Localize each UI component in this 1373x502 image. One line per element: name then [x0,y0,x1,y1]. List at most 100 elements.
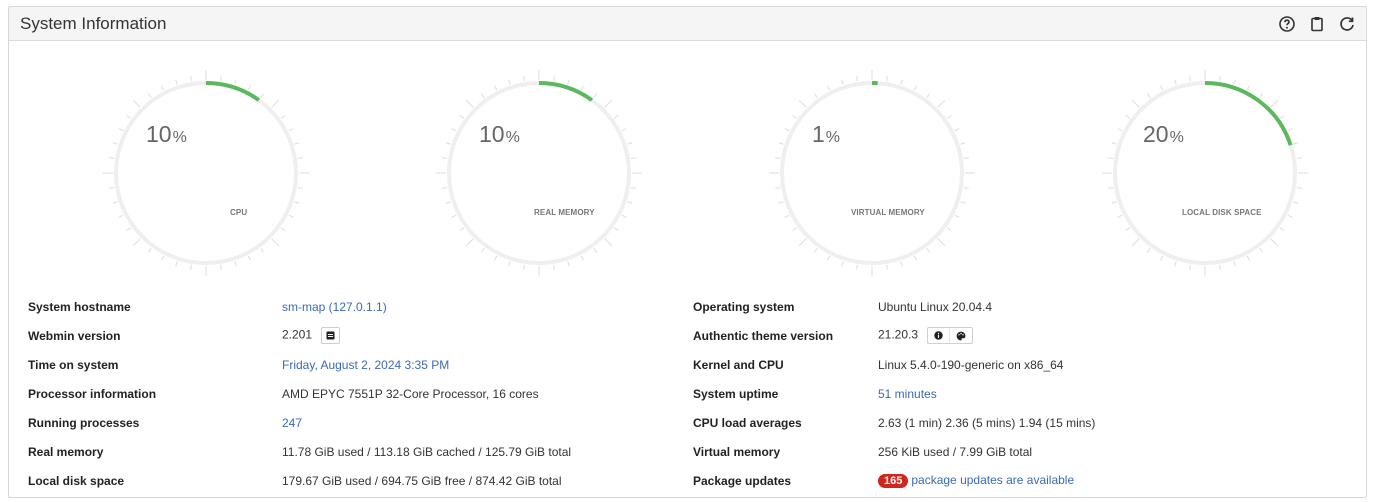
gauge-tick [523,76,525,82]
gauge-virtual-memory: 1% VIRTUAL MEMORY [760,41,980,281]
gauge-tick [459,114,465,119]
gauge-tick [553,264,555,270]
info-label: Real memory [28,444,104,459]
gauge-tick [1296,157,1302,159]
gauge-tick [954,214,960,218]
gauge-tick [126,114,132,119]
gauge-track [447,81,631,265]
system-information-panel: System Information 10% CPU 10% REAL MEMO… [8,6,1367,498]
info-row-theme-version: Authentic theme version 21.20.3 [693,321,1353,350]
help-icon[interactable] [1278,15,1296,33]
gauge-tick [1131,238,1140,247]
gauge-dial [1102,70,1308,276]
gauge-tick [220,264,222,270]
gauge-tick [604,238,613,247]
gauge-tick [937,99,946,108]
info-label: Kernel and CPU [693,357,784,372]
gauge-tick [161,85,165,91]
gauge-tick [775,187,781,189]
gauge-tick [220,76,222,82]
gauge-tick [288,214,294,218]
gauge-tick [1259,247,1264,253]
gauge-tick [1117,214,1123,218]
gauge-tick [856,76,858,82]
gauge-value: 10% [479,121,520,147]
gauge-tick [630,187,636,189]
info-row-load: CPU load averages 2.63 (1 min) 2.36 (5 m… [693,408,1353,437]
server-icon [326,331,335,340]
gauge-tick [856,264,858,270]
gauge-tick [297,157,303,159]
gauge-tick [118,214,124,218]
kernel-value: Linux 5.4.0-190-generic on x86_64 [878,357,1064,372]
info-right-column: Operating system Ubuntu Linux 20.04.4 Au… [693,292,1353,495]
gauge-tick [798,238,807,247]
panel-title: System Information [20,13,167,33]
webmin-version-value: 2.201 [282,327,313,342]
theme-version-value: 21.20.3 [878,327,919,342]
gauge-tick [190,264,192,270]
refresh-icon[interactable] [1338,15,1356,33]
gauge-tick [1146,247,1151,253]
info-row-hostname: System hostname sm-map (127.0.1.1) [28,292,668,321]
webmin-info-button[interactable] [321,327,341,344]
gauge-tick [132,99,141,108]
gauge-tick [523,264,525,270]
gauge-tick [247,255,251,261]
real-memory-value: 11.78 GiB used / 113.18 GiB cached / 125… [282,444,572,459]
gauge-tick [900,79,903,85]
gauge-tick [465,238,474,247]
time-link[interactable]: Friday, August 2, 2024 3:35 PM [282,358,449,372]
hostname-link[interactable]: sm-map (127.0.1.1) [282,300,387,314]
gauge-tick [1111,201,1117,204]
gauges-row: 10% CPU 10% REAL MEMORY 1% VIRTUAL MEMOR… [9,41,1368,281]
processes-link[interactable]: 247 [282,416,302,430]
gauge-tick [480,247,485,253]
info-row-real-memory: Real memory 11.78 GiB used / 113.18 GiB … [28,437,668,466]
gauge-tick [813,247,818,253]
gauge-local-disk-space: 20% LOCAL DISK SPACE [1093,41,1313,281]
theme-info-button[interactable] [928,328,949,343]
info-label: Time on system [28,357,119,372]
gauge-tick [798,99,807,108]
info-icon [934,331,944,340]
gauge-tick [161,255,165,261]
updates-link[interactable]: 165 package updates are available [878,473,1074,488]
gauge-tick [260,93,265,99]
gauge-tick [494,255,498,261]
gauge-cpu: 10% CPU [94,41,314,281]
gauge-tick [926,247,931,253]
gauge-tick [280,227,286,232]
gauge-tick [271,238,280,247]
gauge-tick [126,227,132,232]
clipboard-icon[interactable] [1308,15,1326,33]
gauge-tick [234,79,237,85]
gauge-tick [841,79,844,85]
info-value: 21.20.3 [878,327,974,344]
gauge-tick [567,79,570,85]
gauge-tick [1219,76,1221,82]
gauge-tick [613,227,619,232]
gauge-tick [294,201,300,204]
gauge-dial [769,70,975,276]
gauge-tick [946,227,952,232]
gauge-dial [103,70,309,276]
gauge-tick [1174,79,1177,85]
virtual-memory-value: 256 KiB used / 7.99 GiB total [878,444,1033,459]
gauge-tick [900,261,903,267]
gauge-tick [442,187,448,189]
gauge-label: VIRTUAL MEMORY [851,208,925,217]
gauge-tick [1125,227,1131,232]
load-value: 2.63 (1 min) 2.36 (5 mins) 1.94 (15 mins… [878,415,1096,430]
gauge-tick [1287,214,1293,218]
gauge-label: LOCAL DISK SPACE [1182,208,1262,217]
gauge-tick [946,114,952,119]
gauge-tick [1270,238,1279,247]
gauge-value-arc [538,81,594,102]
gauge-tick [827,85,831,91]
processor-value: AMD EPYC 7551P 32-Core Processor, 16 cor… [282,386,539,401]
gauge-tick [109,187,115,189]
theme-settings-button[interactable] [949,328,972,343]
theme-button-group [927,327,974,344]
uptime-link[interactable]: 51 minutes [878,387,937,401]
